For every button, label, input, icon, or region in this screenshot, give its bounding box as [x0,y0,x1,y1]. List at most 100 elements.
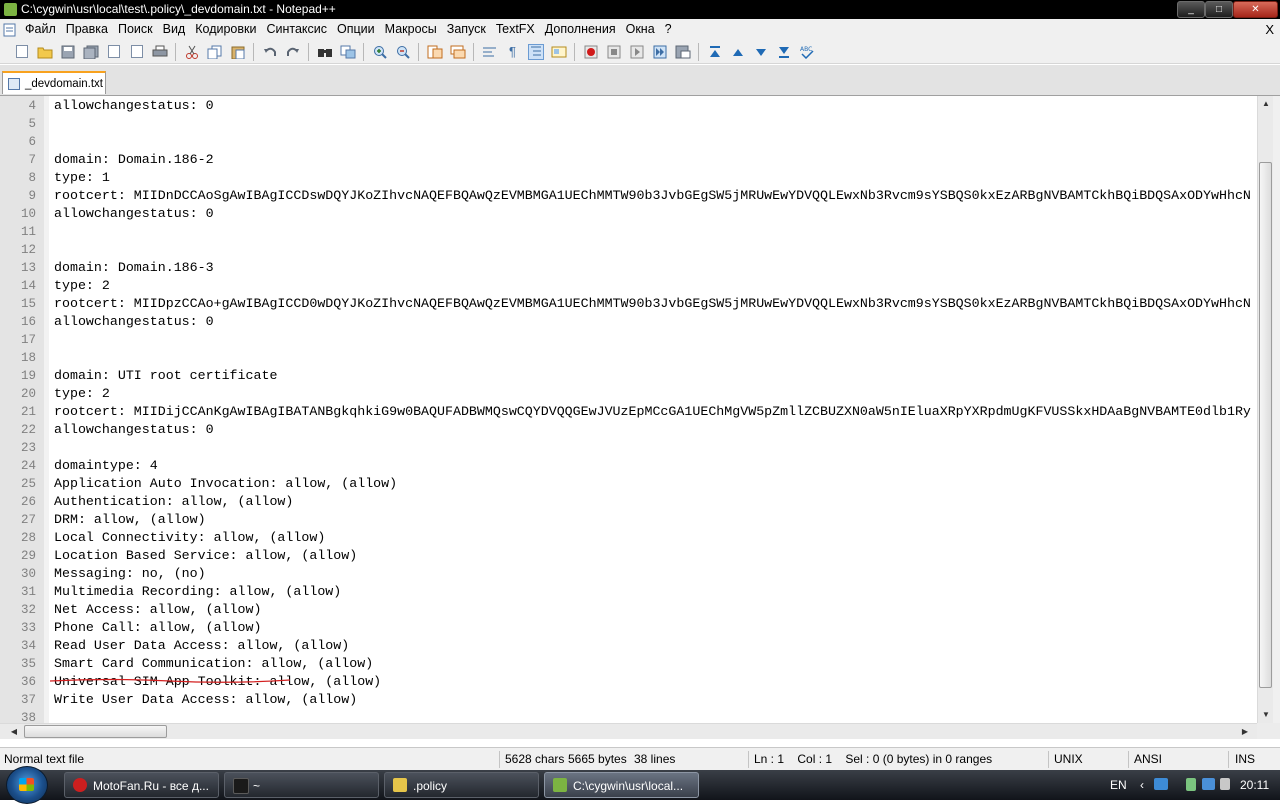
editor-line[interactable]: 16 allowchangestatus: 0 [0,313,1256,331]
textfx-down-icon[interactable] [753,44,769,60]
textfx-last-icon[interactable] [776,44,792,60]
editor-line[interactable]: 13 domain: Domain.186-3 [0,259,1256,277]
editor-line[interactable]: 4 allowchangestatus: 0 [0,97,1256,115]
menu-plugins[interactable]: Дополнения [540,19,621,40]
vertical-scroll-thumb[interactable] [1259,162,1272,688]
zoom-in-icon[interactable] [372,44,388,60]
redo-icon[interactable] [285,44,301,60]
spellcheck-icon[interactable]: ABC [799,44,815,60]
zoom-out-icon[interactable] [395,44,411,60]
indent-guide-icon[interactable] [527,43,544,60]
editor-line[interactable]: 8 type: 1 [0,169,1256,187]
stop-record-icon[interactable] [606,44,622,60]
volume-icon[interactable] [1220,778,1230,790]
language-indicator[interactable]: EN [1110,770,1127,800]
editor-line[interactable]: 18 [0,349,1256,367]
horizontal-scroll-thumb[interactable] [24,725,167,738]
taskbar-item-folder[interactable]: .policy [384,772,539,798]
menu-view[interactable]: Вид [158,19,191,40]
editor-line[interactable]: 34 Read User Data Access: allow, (allow) [0,637,1256,655]
scroll-left-icon[interactable]: ◀ [6,724,22,740]
editor-line[interactable]: 29 Location Based Service: allow, (allow) [0,547,1256,565]
scroll-down-icon[interactable]: ▼ [1258,707,1274,723]
clock[interactable]: 20:11 [1240,770,1269,800]
menu-run[interactable]: Запуск [442,19,491,40]
save-icon[interactable] [60,44,76,60]
editor-line[interactable]: 21 rootcert: MIIDijCCAnKgAwIBAgIBATANBgkq… [0,403,1256,421]
editor-line[interactable]: 22 allowchangestatus: 0 [0,421,1256,439]
horizontal-scrollbar[interactable]: ◀ ▶ [0,723,1257,739]
sync-horizontal-icon[interactable] [450,44,466,60]
editor-line[interactable]: 28 Local Connectivity: allow, (allow) [0,529,1256,547]
close-icon[interactable] [106,44,122,60]
show-all-chars-icon[interactable]: ¶ [505,44,521,60]
editor-line[interactable]: 9 rootcert: MIIDnDCCAoSgAwIBAgICCDswDQYJK… [0,187,1256,205]
close-window-button[interactable]: ✕ [1233,1,1278,18]
monitor-icon[interactable] [1202,778,1215,790]
menu-edit[interactable]: Правка [61,19,113,40]
menu-settings[interactable]: Опции [332,19,380,40]
editor-line[interactable]: 19 domain: UTI root certificate [0,367,1256,385]
menu-encoding[interactable]: Кодировки [190,19,261,40]
menu-search[interactable]: Поиск [113,19,158,40]
editor-line[interactable]: 31 Multimedia Recording: allow, (allow) [0,583,1256,601]
view-doc-icon[interactable] [551,44,567,60]
copy-icon[interactable] [207,44,223,60]
save-macro-icon[interactable] [675,44,691,60]
editor[interactable]: 4 allowchangestatus: 0 5 6 7 domain: Domain.1… [0,96,1280,723]
maximize-button[interactable]: □ [1205,1,1233,18]
close-all-icon[interactable] [129,44,145,60]
tab-devdomain[interactable]: _devdomain.txt [2,71,106,94]
menu-language[interactable]: Синтаксис [261,19,332,40]
editor-line[interactable]: 25 Application Auto Invocation: allow, (a… [0,475,1256,493]
taskbar-item-terminal[interactable]: ~ [224,772,379,798]
run-macro-multiple-icon[interactable] [652,44,668,60]
taskbar-item-notepadpp[interactable]: C:\cygwin\usr\local... [544,772,699,798]
replace-icon[interactable] [340,44,356,60]
close-document-button[interactable]: X [1265,19,1274,40]
network-icon[interactable] [1154,778,1168,790]
save-all-icon[interactable] [83,44,99,60]
editor-line[interactable]: 14 type: 2 [0,277,1256,295]
editor-line[interactable]: 5 [0,115,1256,133]
find-icon[interactable] [317,44,333,60]
editor-line[interactable]: 11 [0,223,1256,241]
editor-line[interactable]: 10 allowchangestatus: 0 [0,205,1256,223]
editor-line[interactable]: 17 [0,331,1256,349]
editor-line[interactable]: 12 [0,241,1256,259]
editor-line[interactable]: 7 domain: Domain.186-2 [0,151,1256,169]
editor-line[interactable]: 30 Messaging: no, (no) [0,565,1256,583]
new-file-icon[interactable] [14,44,30,60]
minimize-button[interactable]: _ [1177,1,1205,18]
taskbar-item-opera[interactable]: MotoFan.Ru - все д... [64,772,219,798]
editor-line[interactable]: 20 type: 2 [0,385,1256,403]
print-icon[interactable] [152,44,168,60]
textfx-first-icon[interactable] [707,44,723,60]
editor-line[interactable]: 23 [0,439,1256,457]
scroll-right-icon[interactable]: ▶ [1237,724,1253,740]
paste-icon[interactable] [230,44,246,60]
editor-line[interactable]: 37 Write User Data Access: allow, (allow) [0,691,1256,709]
menu-file[interactable]: Файл [20,19,61,40]
scroll-up-icon[interactable]: ▲ [1258,96,1274,112]
editor-line[interactable]: 26 Authentication: allow, (allow) [0,493,1256,511]
start-button[interactable] [6,766,48,804]
editor-line[interactable]: 6 [0,133,1256,151]
menu-window[interactable]: Окна [621,19,660,40]
menu-textfx[interactable]: TextFX [491,19,540,40]
editor-line[interactable]: 33 Phone Call: allow, (allow) [0,619,1256,637]
editor-line[interactable]: 38 [0,709,1256,723]
play-macro-icon[interactable] [629,44,645,60]
open-file-icon[interactable] [37,44,53,60]
editor-line[interactable]: 32 Net Access: allow, (allow) [0,601,1256,619]
word-wrap-icon[interactable] [482,44,498,60]
tray-chevron-icon[interactable]: ‹ [1140,770,1144,800]
editor-line[interactable]: 15 rootcert: MIIDpzCCAo+gAwIBAgICCD0wDQYJ… [0,295,1256,313]
textfx-up-icon[interactable] [730,44,746,60]
editor-line[interactable]: 24 domaintype: 4 [0,457,1256,475]
record-macro-icon[interactable] [583,44,599,60]
editor-line[interactable]: 27 DRM: allow, (allow) [0,511,1256,529]
cut-icon[interactable] [184,44,200,60]
menu-macro[interactable]: Макросы [380,19,442,40]
editor-line[interactable]: 35 Smart Card Communication: allow, (allo… [0,655,1256,673]
